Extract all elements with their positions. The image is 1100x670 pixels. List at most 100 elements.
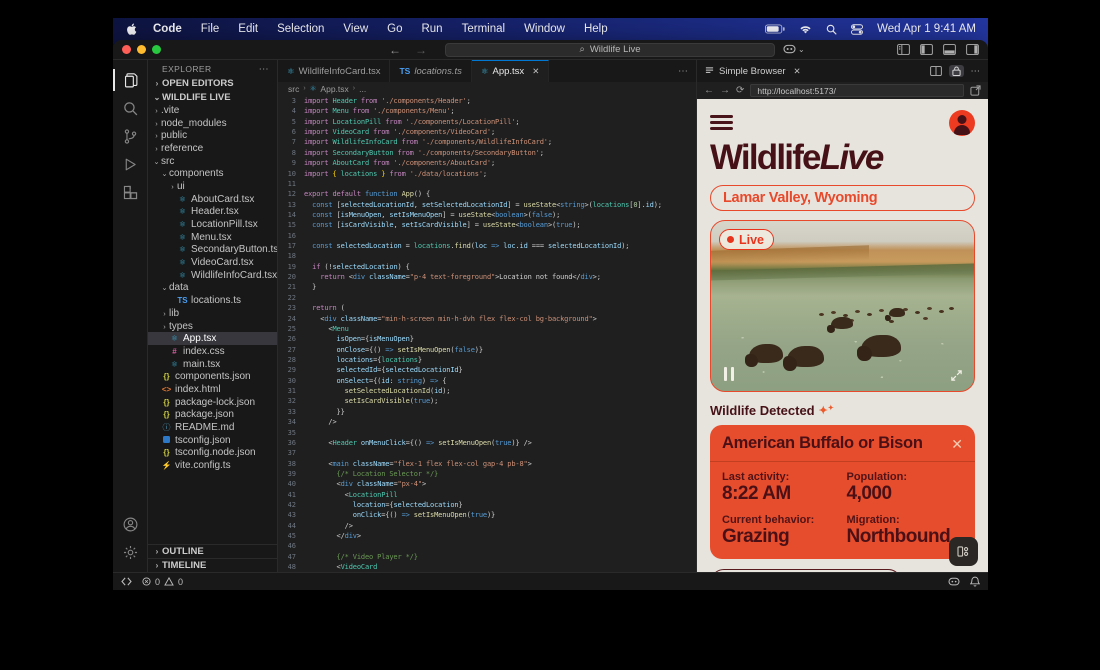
tree-item-readme-md[interactable]: ⓘREADME.md xyxy=(148,421,277,434)
copilot-status-icon[interactable] xyxy=(948,577,960,587)
tree-item-package-lock-json[interactable]: {}package-lock.json xyxy=(148,396,277,409)
browser-forward-icon[interactable]: → xyxy=(720,85,730,96)
tree-item-locations-ts[interactable]: TSlocations.ts xyxy=(148,294,277,307)
code-area[interactable]: 3import Header from './components/Header… xyxy=(278,95,696,572)
tree-item-secondarybutton-tsx[interactable]: ⚛SecondaryButton.tsx xyxy=(148,244,277,257)
code-line[interactable]: 26 isOpen={isMenuOpen} xyxy=(278,334,696,344)
notifications-bell-icon[interactable] xyxy=(970,576,980,587)
tree-item-main-tsx[interactable]: ⚛main.tsx xyxy=(148,358,277,371)
tree-item-index-html[interactable]: <>index.html xyxy=(148,383,277,396)
copilot-menu[interactable]: ⌄ xyxy=(783,44,805,55)
tree-item-tsconfig-json[interactable]: tsconfig.json xyxy=(148,434,277,447)
code-line[interactable]: 4import Menu from './components/Menu'; xyxy=(278,106,696,116)
maximize-window-button[interactable] xyxy=(152,45,161,54)
code-line[interactable]: 20 return <div className="p-4 text-foreg… xyxy=(278,272,696,282)
code-line[interactable]: 17 const selectedLocation = locations.fi… xyxy=(278,241,696,251)
tree-item-package-json[interactable]: {}package.json xyxy=(148,409,277,422)
menu-item-window[interactable]: Window xyxy=(524,23,565,35)
code-line[interactable]: 41 <LocationPill xyxy=(278,490,696,500)
toggle-panel-icon[interactable] xyxy=(943,44,956,55)
code-line[interactable]: 25 <Menu xyxy=(278,324,696,334)
open-editors-section[interactable]: ›OPEN EDITORS xyxy=(148,76,277,90)
menu-item-file[interactable]: File xyxy=(201,23,220,35)
code-line[interactable]: 37 xyxy=(278,448,696,458)
tab-simple-browser[interactable]: Simple Browser ✕ xyxy=(705,66,801,77)
split-editor-icon[interactable] xyxy=(930,66,942,76)
hamburger-menu-icon[interactable] xyxy=(710,115,733,134)
battery-icon[interactable] xyxy=(765,24,785,34)
code-line[interactable]: 5import LocationPill from './components/… xyxy=(278,117,696,127)
tree-item-wildlifeinfocard-tsx[interactable]: ⚛WildlifeInfoCard.tsx xyxy=(148,269,277,282)
code-line[interactable]: 44 /> xyxy=(278,521,696,531)
code-line[interactable]: 18 xyxy=(278,251,696,261)
fullscreen-expand-icon[interactable] xyxy=(950,369,963,382)
wifi-icon[interactable] xyxy=(799,24,812,34)
browser-more-actions-icon[interactable]: ⋯ xyxy=(971,66,981,77)
code-line[interactable]: 31 setSelectedLocationId(id); xyxy=(278,386,696,396)
code-line[interactable]: 42 location={selectedLocation} xyxy=(278,500,696,510)
avatar[interactable] xyxy=(949,110,975,136)
minimize-window-button[interactable] xyxy=(137,45,146,54)
extensions-activity-icon[interactable] xyxy=(113,178,148,206)
live-video-card[interactable]: Live xyxy=(710,220,975,392)
tree-item-components-json[interactable]: {}components.json xyxy=(148,370,277,383)
tree-item-videocard-tsx[interactable]: ⚛VideoCard.tsx xyxy=(148,256,277,269)
close-tab-icon[interactable]: ✕ xyxy=(532,66,539,77)
code-line[interactable]: 23 return ( xyxy=(278,303,696,313)
workspace-root-section[interactable]: ⌄WILDLIFE LIVE xyxy=(148,90,277,104)
menu-item-help[interactable]: Help xyxy=(584,23,608,35)
menu-item-view[interactable]: View xyxy=(343,23,368,35)
code-line[interactable]: 10import { locations } from './data/loca… xyxy=(278,169,696,179)
code-line[interactable]: 46 xyxy=(278,541,696,551)
tree-item-reference[interactable]: ›reference xyxy=(148,142,277,155)
code-line[interactable]: 43 onClick={() => setIsMenuOpen(true)} xyxy=(278,510,696,520)
customize-layout-icon[interactable] xyxy=(897,44,910,55)
code-line[interactable]: 13 const [selectedLocationId, setSelecte… xyxy=(278,200,696,210)
breadcrumb-file[interactable]: App.tsx xyxy=(320,84,348,94)
menu-item-run[interactable]: Run xyxy=(421,23,442,35)
remote-indicator[interactable] xyxy=(121,577,132,586)
western-meadowlark-button[interactable]: Western Meadowlark + xyxy=(710,569,902,572)
tree-item-ui[interactable]: ›ui xyxy=(148,180,277,193)
url-input[interactable]: http://localhost:5173/ xyxy=(750,84,964,97)
tree-item-lib[interactable]: ›lib xyxy=(148,307,277,320)
code-line[interactable]: 36 <Header onMenuClick={() => setIsMenuO… xyxy=(278,438,696,448)
code-line[interactable]: 8import SecondaryButton from './componen… xyxy=(278,148,696,158)
code-line[interactable]: 24 <div className="min-h-screen min-h-dv… xyxy=(278,314,696,324)
tree-item-data[interactable]: ⌄data xyxy=(148,282,277,295)
tab-app[interactable]: ⚛ App.tsx ✕ xyxy=(472,60,549,82)
tree-item-public[interactable]: ›public xyxy=(148,129,277,142)
code-line[interactable]: 6import VideoCard from './components/Vid… xyxy=(278,127,696,137)
code-line[interactable]: 33 }} xyxy=(278,407,696,417)
source-control-activity-icon[interactable] xyxy=(113,122,148,150)
tree-item-tsconfig-node-json[interactable]: {}tsconfig.node.json xyxy=(148,447,277,460)
code-line[interactable]: 35 xyxy=(278,428,696,438)
code-line[interactable]: 28 locations={locations} xyxy=(278,355,696,365)
outline-section[interactable]: ›OUTLINE xyxy=(148,544,277,558)
code-line[interactable]: 48 <VideoCard xyxy=(278,562,696,572)
code-line[interactable]: 9import AboutCard from './components/Abo… xyxy=(278,158,696,168)
menu-item-edit[interactable]: Edit xyxy=(238,23,258,35)
code-line[interactable]: 39 {/* Location Selector */} xyxy=(278,469,696,479)
menubar-clock[interactable]: Wed Apr 1 9:41 AM xyxy=(877,23,976,35)
menu-item-go[interactable]: Go xyxy=(387,23,402,35)
toggle-secondary-sidebar-icon[interactable] xyxy=(966,44,979,55)
browser-back-icon[interactable]: ← xyxy=(704,85,714,96)
code-line[interactable]: 32 setIsCardVisible(true); xyxy=(278,396,696,406)
menu-item-terminal[interactable]: Terminal xyxy=(462,23,505,35)
code-line[interactable]: 27 onClose={() => setIsMenuOpen(false)} xyxy=(278,345,696,355)
breadcrumb-src[interactable]: src xyxy=(288,84,299,94)
code-line[interactable]: 15 const [isCardVisible, setIsCardVisibl… xyxy=(278,220,696,230)
code-line[interactable]: 3import Header from './components/Header… xyxy=(278,96,696,106)
code-line[interactable]: 45 </div> xyxy=(278,531,696,541)
code-line[interactable]: 21 } xyxy=(278,282,696,292)
code-line[interactable]: 16 xyxy=(278,231,696,241)
tree-item-node-modules[interactable]: ›node_modules xyxy=(148,117,277,130)
dev-overlay-button[interactable] xyxy=(949,537,978,566)
editor-more-actions-icon[interactable]: ⋯ xyxy=(670,60,696,82)
timeline-section[interactable]: ›TIMELINE xyxy=(148,558,277,572)
close-window-button[interactable] xyxy=(122,45,131,54)
code-line[interactable]: 30 onSelect={(id: string) => { xyxy=(278,376,696,386)
tree-item-components[interactable]: ⌄components xyxy=(148,167,277,180)
tree-item-locationpill-tsx[interactable]: ⚛LocationPill.tsx xyxy=(148,218,277,231)
